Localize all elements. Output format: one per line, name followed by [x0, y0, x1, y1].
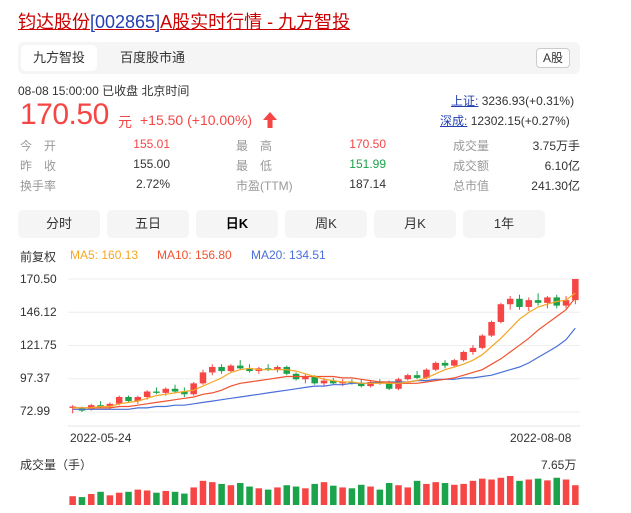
volume-bar [264, 489, 272, 505]
volume-bar [125, 491, 132, 505]
x-tick-start: 2022-05-24 [70, 431, 132, 445]
volume-bar [553, 477, 560, 505]
volume-bar [404, 487, 412, 505]
candle-body [478, 335, 486, 348]
candle-body [404, 375, 412, 380]
volume-bar [469, 480, 477, 505]
volume-bar [534, 478, 542, 505]
volume-bar [292, 486, 300, 505]
candle-body [171, 388, 179, 392]
candle-body [218, 366, 225, 372]
volume-bar [544, 480, 551, 505]
volume-max: 7.65万 [541, 458, 577, 472]
volume-bar [255, 488, 263, 505]
volume-label: 成交量（手） [20, 458, 93, 472]
volume-bar [181, 493, 188, 505]
volume-bar [572, 485, 579, 505]
volume-bar [478, 478, 486, 505]
volume-bar [162, 490, 170, 505]
volume-bar [516, 480, 523, 505]
volume-bar [311, 483, 318, 505]
volume-bar [88, 494, 95, 505]
volume-bar [97, 491, 104, 505]
volume-bar [497, 477, 505, 505]
candle-body [469, 347, 477, 352]
candle-body [441, 362, 449, 366]
candle-body [162, 388, 170, 393]
candle-body [236, 365, 244, 369]
volume-bar [506, 476, 514, 505]
candle-body [115, 396, 123, 404]
candle-body [506, 298, 514, 305]
candle-body [451, 360, 458, 366]
volume-bar [451, 484, 458, 505]
volume-bar [106, 495, 114, 505]
volume-bar [171, 491, 179, 505]
candle-body [385, 383, 393, 389]
volume-bar [525, 479, 533, 505]
candle-body [320, 380, 328, 384]
volume-bar [413, 480, 421, 505]
candle-body [125, 396, 132, 402]
volume-bar [209, 482, 216, 505]
volume-bar [339, 487, 346, 505]
volume-bar [367, 486, 374, 505]
volume-bar [376, 489, 384, 505]
volume-bar [330, 485, 337, 505]
x-tick-end: 2022-08-08 [510, 431, 572, 445]
candle-body [209, 366, 216, 373]
candle-body [153, 391, 160, 393]
candle-body [572, 279, 579, 301]
volume-bar [227, 485, 235, 505]
volume-bar [190, 487, 197, 505]
volume-bar [134, 489, 142, 505]
volume-bar [78, 497, 86, 505]
candle-body [497, 304, 505, 322]
volume-bar [283, 485, 291, 505]
volume-bar [460, 483, 467, 505]
candle-body [488, 321, 495, 336]
candle-body [395, 379, 402, 389]
volume-bar [423, 483, 430, 505]
volume-bar [562, 479, 570, 505]
volume-bar [357, 484, 365, 505]
volume-bar [385, 483, 393, 505]
volume-bar [143, 490, 151, 505]
volume-bar [236, 483, 244, 505]
ma20-line [72, 327, 576, 410]
volume-bar [441, 483, 449, 505]
candle-body [413, 375, 421, 378]
volume-bar [274, 487, 281, 505]
candle-body [525, 300, 533, 307]
candle-body [199, 372, 207, 384]
volume-bar [320, 482, 328, 505]
volume-bar [432, 482, 439, 505]
candle-body [460, 351, 467, 361]
candle-body [516, 298, 523, 307]
candle-body [432, 362, 439, 370]
volume-bar [246, 486, 253, 505]
candle-body [143, 391, 151, 397]
volume-bar [348, 488, 356, 505]
volume-bar [69, 496, 76, 505]
volume-bar [302, 488, 309, 505]
volume-bar [115, 492, 123, 505]
candle-body [544, 297, 551, 303]
volume-bar [218, 483, 225, 505]
volume-bar [395, 485, 402, 505]
volume-bar [153, 492, 160, 505]
candle-body [227, 365, 235, 372]
candle-body [534, 300, 542, 303]
volume-bar [199, 480, 207, 505]
volume-bar [488, 479, 495, 505]
